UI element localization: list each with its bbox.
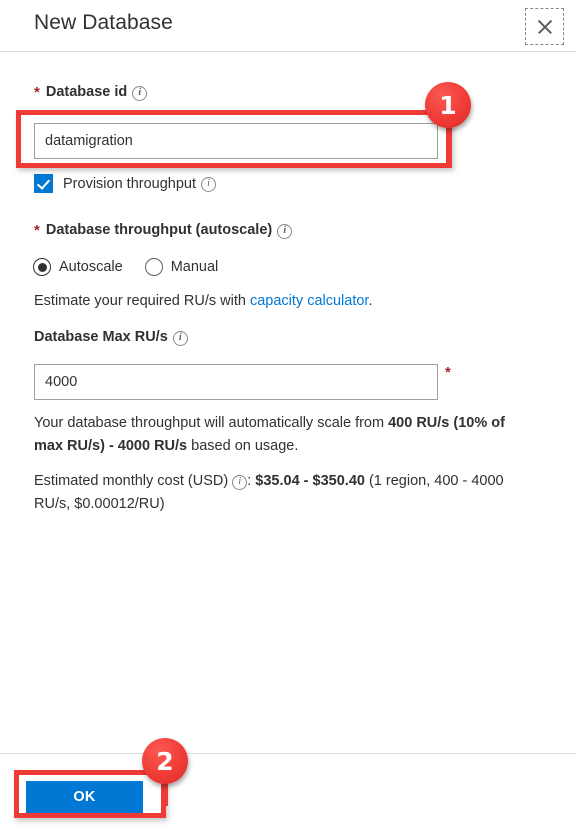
max-ru-label: Database Max RU/s i (34, 329, 188, 346)
capacity-calculator-link[interactable]: capacity calculator (250, 293, 368, 309)
provision-throughput-label: Provision throughput i (63, 176, 216, 192)
radio-option-autoscale[interactable]: Autoscale (33, 258, 123, 276)
autoscale-description-part1: Your database throughput will automatica… (34, 415, 389, 431)
panel-body: * Database id i Provision throughput i *… (0, 52, 576, 753)
database-throughput-label: * Database throughput (autoscale) i (34, 221, 293, 239)
info-icon[interactable]: i (132, 85, 148, 101)
estimated-cost-label: Estimated monthly cost (USD) (34, 473, 229, 489)
autoscale-description: Your database throughput will automatica… (34, 412, 514, 458)
radio-selected-icon (33, 258, 51, 276)
autoscale-description-part2: based on usage. (187, 438, 299, 454)
max-ru-input[interactable] (34, 364, 438, 400)
estimated-cost-amount: $35.04 - $350.40 (255, 473, 365, 489)
checkbox-checked-icon (34, 174, 53, 193)
page-title: New Database (34, 11, 173, 34)
info-icon[interactable]: i (172, 330, 188, 346)
database-id-label: * Database id i (34, 83, 148, 101)
panel-header: New Database (0, 0, 576, 52)
new-database-panel: New Database * Database id i Provision t… (0, 0, 576, 831)
required-asterisk: * (34, 221, 40, 239)
info-icon[interactable]: i (277, 223, 293, 239)
ok-button[interactable]: OK (26, 781, 143, 813)
info-icon[interactable]: i (201, 177, 216, 192)
max-ru-required-asterisk: * (445, 364, 451, 381)
radio-option-manual-label: Manual (170, 259, 219, 275)
capacity-hint-suffix: . (368, 293, 373, 309)
estimated-cost-description: Estimated monthly cost (USD) i: $35.04 -… (34, 470, 524, 516)
capacity-calculator-hint: Estimate your required RU/s with capacit… (34, 293, 372, 309)
throughput-mode-radio-group: Autoscale Manual (33, 258, 218, 276)
panel-footer: OK (0, 753, 576, 831)
database-id-input[interactable] (34, 123, 438, 159)
radio-unselected-icon (144, 258, 163, 276)
provision-throughput-label-text: Provision throughput (63, 175, 196, 192)
capacity-hint-prefix: Estimate your required RU/s with (34, 293, 250, 309)
info-icon[interactable]: i (232, 474, 248, 490)
close-button[interactable] (525, 8, 564, 45)
max-ru-label-text: Database Max RU/s (34, 329, 168, 345)
provision-throughput-checkbox[interactable]: Provision throughput i (34, 174, 216, 193)
database-id-label-text: Database id (45, 84, 128, 100)
required-asterisk: * (34, 83, 40, 101)
radio-option-manual[interactable]: Manual (144, 258, 219, 276)
database-throughput-label-text: Database throughput (autoscale) (45, 222, 273, 238)
radio-option-autoscale-label: Autoscale (59, 259, 123, 275)
close-icon (536, 18, 554, 36)
